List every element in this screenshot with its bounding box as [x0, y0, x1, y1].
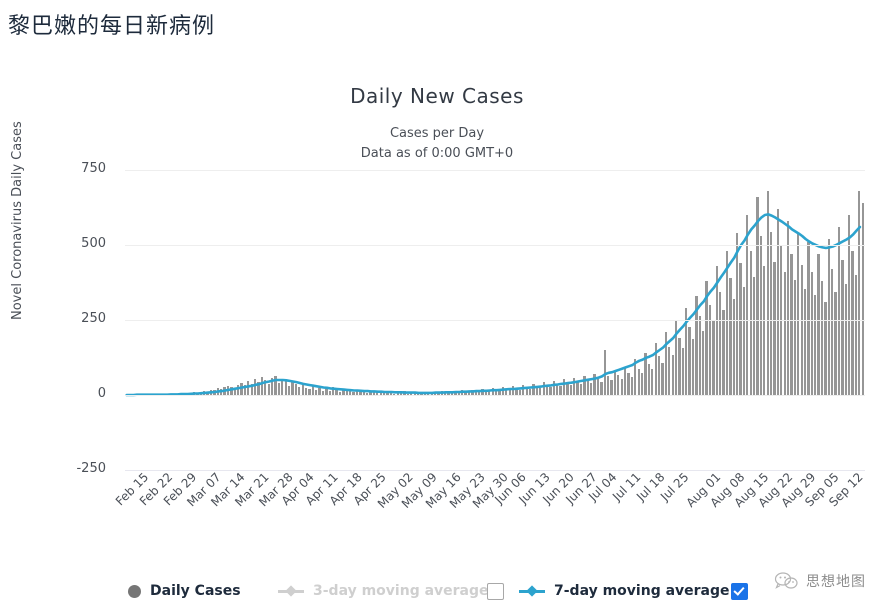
chart-subtitle-data-as-of: Data as of 0:00 GMT+0 — [360, 146, 514, 161]
line-marker-icon-3day — [278, 585, 304, 597]
legend-label-7day-average: 7-day moving average — [554, 583, 730, 599]
gridline — [125, 245, 865, 246]
legend-item-3day-average[interactable]: 3-day moving average — [278, 578, 489, 604]
legend-toggle-3day-checkbox-group[interactable] — [487, 578, 512, 604]
y-tick-label: 750 — [81, 161, 106, 176]
watermark: 思想地图 — [774, 570, 866, 592]
x-axis-labels: Feb 15 Feb 22 Feb 29 Mar 07 Mar 14 Mar 21 Mar … — [0, 470, 874, 530]
legend-item-daily-cases[interactable]: Daily Cases — [128, 578, 241, 604]
y-tick-label: 0 — [97, 386, 106, 401]
chart-subtitle-cases-per-day: Cases per Day — [389, 126, 485, 141]
gridline — [125, 395, 865, 396]
legend-toggle-7day-checkbox-group[interactable] — [731, 578, 756, 604]
gridline — [125, 320, 865, 321]
y-tick-label: 500 — [81, 236, 106, 251]
plot-area[interactable] — [125, 170, 865, 471]
chart-legend: Daily Cases 3-day moving average 7-day m… — [0, 578, 874, 612]
checkbox-3day-average[interactable] — [487, 582, 504, 600]
circle-marker-icon — [128, 584, 141, 598]
watermark-text: 思想地图 — [806, 574, 866, 590]
plot-wrapper: Novel Coronavirus Daily Cases 750 500 250 0… — [0, 121, 874, 476]
legend-item-7day-average[interactable]: 7-day moving average — [519, 578, 730, 604]
gridline — [125, 170, 865, 171]
legend-label-daily-cases: Daily Cases — [150, 583, 241, 599]
checkbox-7day-average[interactable] — [731, 582, 748, 600]
y-axis-ticks: 750 500 250 0 -250 — [46, 161, 106, 476]
legend-label-3day-average: 3-day moving average — [313, 583, 489, 599]
wechat-logo-icon — [774, 572, 798, 589]
line-marker-icon-7day — [519, 585, 545, 597]
y-axis-title: Novel Coronavirus Daily Cases — [10, 121, 25, 320]
chart-title: Daily New Cases — [350, 84, 524, 108]
page-title: 黎巴嫩的每日新病例 — [8, 14, 216, 39]
y-tick-label: 250 — [81, 311, 106, 326]
chart-card: Daily New Cases Cases per Day Data as of… — [0, 62, 874, 600]
